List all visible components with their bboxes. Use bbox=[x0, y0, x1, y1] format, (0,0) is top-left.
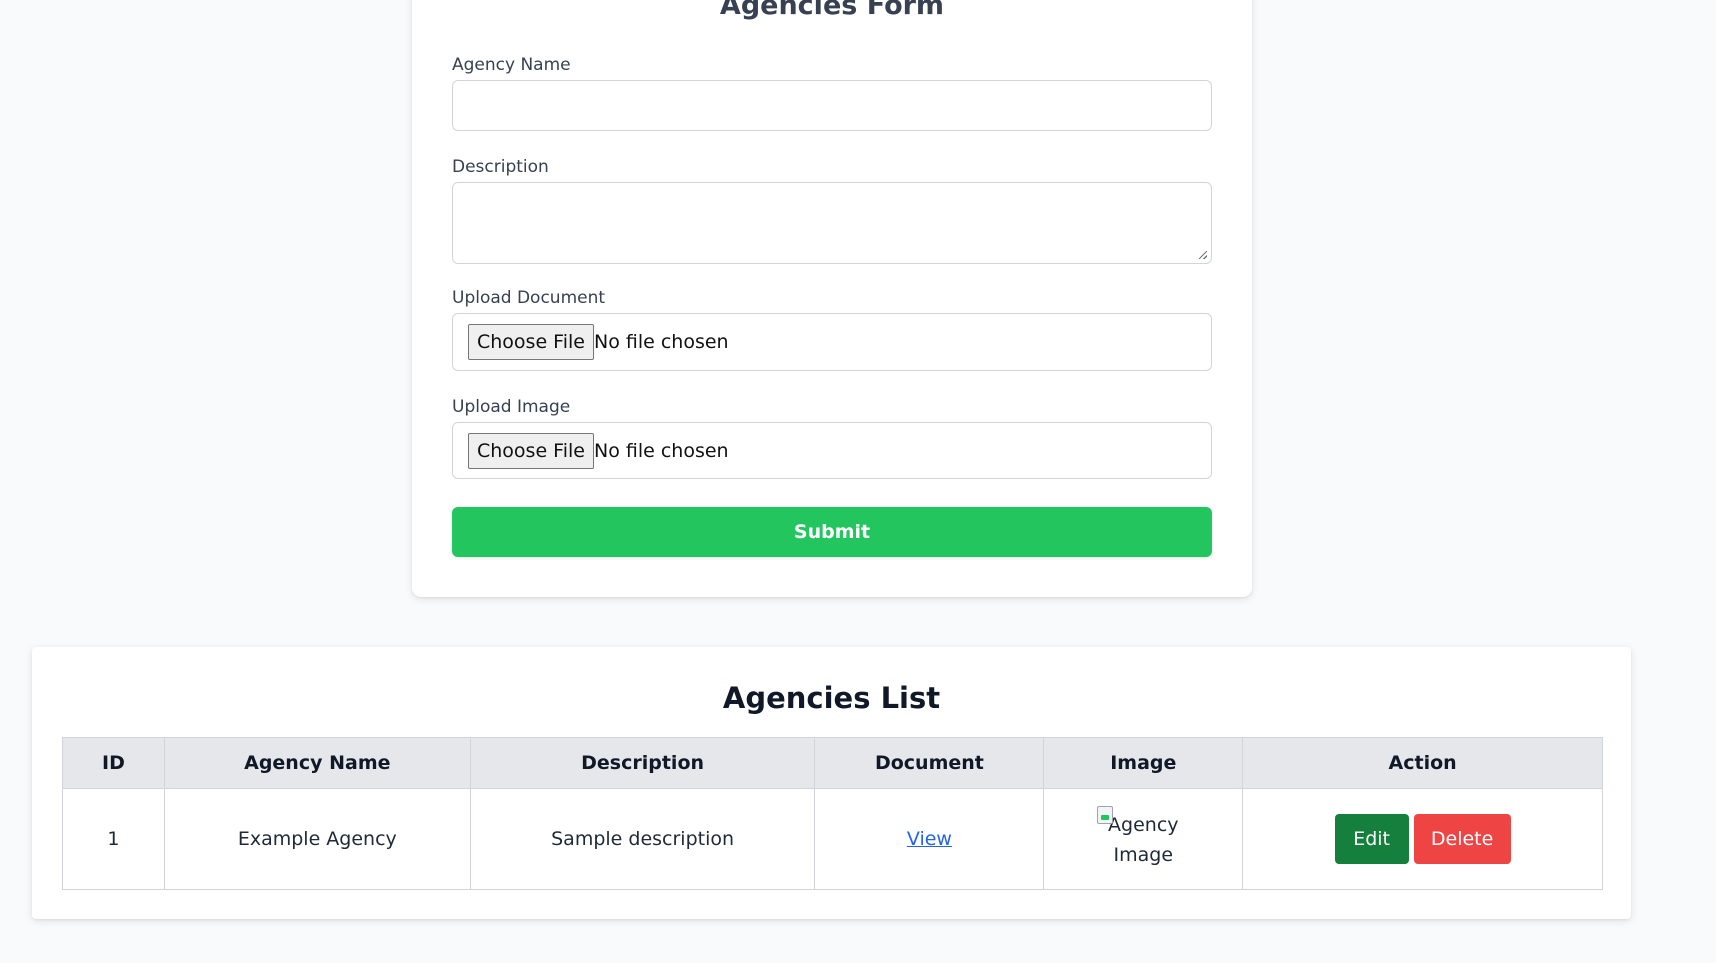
list-title: Agencies List bbox=[722, 681, 941, 715]
upload-image-label: Upload Image bbox=[452, 397, 571, 417]
submit-button[interactable]: Submit bbox=[452, 507, 1212, 557]
delete-button[interactable]: Delete bbox=[1413, 814, 1511, 864]
agency-image-alt-text: Agency Image bbox=[1108, 814, 1179, 866]
column-header-image: Image bbox=[1043, 737, 1244, 789]
agency-name-input[interactable] bbox=[452, 80, 1212, 131]
agency-image: Agency Image bbox=[1097, 806, 1183, 870]
upload-document-field: Choose File No file chosen bbox=[452, 313, 1212, 371]
edit-button[interactable]: Edit bbox=[1334, 814, 1409, 864]
broken-image-icon bbox=[1097, 806, 1114, 824]
view-document-link[interactable]: View bbox=[907, 828, 952, 850]
cell-agency-name: Example Agency bbox=[163, 788, 471, 890]
description-textarea[interactable] bbox=[452, 182, 1212, 264]
image-file-status: No file chosen bbox=[594, 440, 729, 462]
choose-image-button[interactable]: Choose File bbox=[468, 433, 594, 469]
cell-action: Edit Delete bbox=[1242, 788, 1603, 890]
description-label: Description bbox=[452, 157, 549, 177]
upload-document-label: Upload Document bbox=[452, 288, 606, 308]
cell-id: 1 bbox=[62, 788, 165, 890]
form-title: Agencies Form bbox=[719, 0, 945, 21]
cell-document: View bbox=[814, 788, 1045, 890]
upload-image-field: Choose File No file chosen bbox=[452, 422, 1212, 479]
choose-document-button[interactable]: Choose File bbox=[468, 324, 594, 360]
table-header-row: ID Agency Name Description Document Imag… bbox=[62, 737, 1603, 789]
cell-description: Sample description bbox=[469, 788, 816, 890]
agencies-list-card: Agencies List ID Agency Name Description… bbox=[32, 647, 1631, 919]
agency-name-label: Agency Name bbox=[452, 55, 571, 75]
column-header-id: ID bbox=[62, 737, 165, 789]
column-header-document: Document bbox=[814, 737, 1045, 789]
cell-image: Agency Image bbox=[1043, 788, 1244, 890]
table-row: 1 Example Agency Sample description View… bbox=[62, 788, 1603, 890]
document-file-status: No file chosen bbox=[594, 331, 729, 353]
column-header-agency-name: Agency Name bbox=[163, 737, 471, 789]
column-header-description: Description bbox=[469, 737, 816, 789]
resize-grip-icon[interactable] bbox=[1199, 251, 1207, 259]
agencies-form-card: Agencies Form Agency Name Description Up… bbox=[412, 0, 1252, 597]
agencies-table: ID Agency Name Description Document Imag… bbox=[62, 737, 1603, 890]
column-header-action: Action bbox=[1242, 737, 1603, 789]
